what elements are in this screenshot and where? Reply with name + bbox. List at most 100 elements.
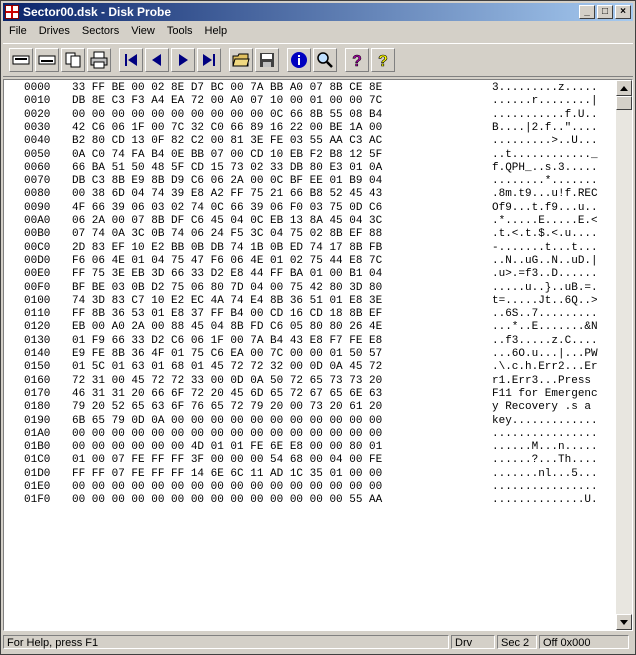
hex-row-bytes: FF 75 3E EB 3D 66 33 D2 E8 44 FF BA 01 0… [72, 268, 383, 281]
hex-row[interactable]: 0110 FF 8B 36 53 01 E8 37 FF B4 00 CD 16 … [24, 308, 598, 320]
hex-row[interactable]: 0080 00 38 6D 04 74 39 E8 A2 FF 75 21 66 … [24, 188, 598, 200]
hex-row-ascii: 3.........z..... [492, 82, 598, 94]
hex-row[interactable]: 01A0 00 00 00 00 00 00 00 00 00 00 00 00 … [24, 428, 598, 440]
hex-row[interactable]: 0000 33 FF BE 00 02 8E D7 BC 00 7A BB A0 … [24, 82, 598, 94]
menu-drives[interactable]: Drives [33, 25, 76, 37]
hex-row[interactable]: 00A0 06 2A 00 07 8B DF C6 45 04 0C EB 13 … [24, 215, 598, 227]
hex-row[interactable]: 0190 6B 65 79 0D 0A 00 00 00 00 00 00 00 … [24, 415, 598, 427]
hex-row[interactable]: 0030 42 C6 06 1F 00 7C 32 C0 66 89 16 22 … [24, 122, 598, 134]
hex-row-ascii: .......nl...5... [492, 467, 598, 480]
disk-probe-window: Sector00.dsk - Disk Probe _ □ × File Dri… [0, 0, 636, 655]
status-sector: Sec 2 [497, 635, 537, 649]
previous-sector-button[interactable] [145, 48, 169, 72]
hex-row[interactable]: 0010 DB 8E C3 F3 A4 EA 72 00 A0 07 10 00 … [24, 95, 598, 107]
hex-row-ascii: B....|2.f..".... [492, 121, 598, 134]
menu-help[interactable]: Help [199, 25, 234, 37]
hex-row-ascii: Of9...t.f9...u.. [492, 201, 598, 214]
hex-row-bytes: BF BE 03 0B D2 75 06 80 7D 04 00 75 42 8… [72, 281, 383, 294]
hex-row-bytes: FF FF 07 FE FF FF 14 6E 6C 11 AD 1C 35 0… [72, 467, 383, 480]
hex-row[interactable]: 01E0 00 00 00 00 00 00 00 00 00 00 00 00 … [24, 481, 598, 493]
status-drive: Drv [451, 635, 495, 649]
maximize-button[interactable]: □ [597, 5, 613, 19]
hex-row[interactable]: 00B0 07 74 0A 3C 0B 74 06 24 F5 3C 04 75 … [24, 228, 598, 240]
title-bar[interactable]: Sector00.dsk - Disk Probe _ □ × [3, 3, 633, 21]
hex-row[interactable]: 0020 00 00 00 00 00 00 00 00 00 00 0C 66 … [24, 109, 598, 121]
hex-row[interactable]: 0040 B2 80 CD 13 0F 82 C2 00 81 3E FE 03 … [24, 135, 598, 147]
print-button[interactable] [87, 48, 111, 72]
write-sector-button[interactable] [35, 48, 59, 72]
hex-row-ascii: ..f3.....z.C.... [492, 334, 598, 347]
hex-row-bytes: 6B 65 79 0D 0A 00 00 00 00 00 00 00 00 0… [72, 414, 383, 427]
hex-row-ascii: f.QPH_..s.3..... [492, 161, 598, 174]
hex-row-ascii: ..N..uG..N..uD.| [492, 254, 598, 267]
context-help-button[interactable]: ? [371, 48, 395, 72]
next-sector-button[interactable] [171, 48, 195, 72]
hex-row[interactable]: 0050 0A C0 74 FA B4 0E BB 07 00 CD 10 EB … [24, 149, 598, 161]
close-button[interactable]: × [615, 5, 631, 19]
hex-row-offset: 00A0 [24, 215, 51, 227]
hex-row-bytes: 00 38 6D 04 74 39 E8 A2 FF 75 21 66 B8 5… [72, 188, 383, 201]
last-sector-button[interactable] [197, 48, 221, 72]
hex-row-offset: 0030 [24, 121, 51, 134]
hex-row[interactable]: 0070 DB C3 8B E9 8B D9 C6 06 2A 00 0C BF … [24, 175, 598, 187]
hex-row[interactable]: 00D0 F6 06 4E 01 04 75 47 F6 06 4E 01 02 … [24, 255, 598, 267]
scroll-down-button[interactable] [616, 614, 632, 630]
hex-row-offset: 0130 [24, 334, 51, 347]
open-file-button[interactable] [229, 48, 253, 72]
first-sector-button[interactable] [119, 48, 143, 72]
save-file-button[interactable] [255, 48, 279, 72]
hex-row-offset: 01D0 [24, 467, 51, 480]
hex-row-ascii: .8m.t9...u!f.REC [492, 188, 598, 201]
search-icon [317, 52, 333, 68]
hex-row-ascii: .u>.=f3..D...... [492, 268, 598, 281]
hex-row-bytes: EB 00 A0 2A 00 88 45 04 8B FD C6 05 80 8… [72, 321, 383, 334]
info-button[interactable] [287, 48, 311, 72]
hex-row[interactable]: 00F0 BF BE 03 0B D2 75 06 80 7D 04 00 75 … [24, 282, 598, 294]
hex-row-ascii: ......?...Th.... [492, 454, 598, 467]
hex-row-offset: 00E0 [24, 268, 51, 281]
hex-row[interactable]: 0060 66 BA 51 50 48 5F CD 15 73 02 33 DB … [24, 162, 598, 174]
hex-row-offset: 00B0 [24, 228, 51, 241]
help-button[interactable]: ? [345, 48, 369, 72]
read-sector-icon [12, 55, 30, 65]
hex-row[interactable]: 00C0 2D 83 EF 10 E2 BB 0B DB 74 1B 0B ED … [24, 242, 598, 254]
hex-row[interactable]: 0170 46 31 31 20 66 6F 72 20 45 6D 65 72 … [24, 388, 598, 400]
menu-file[interactable]: File [3, 25, 33, 37]
hex-row-ascii: key............. [492, 414, 598, 427]
search-button[interactable] [313, 48, 337, 72]
menu-tools[interactable]: Tools [161, 25, 199, 37]
hex-row[interactable]: 0150 01 5C 01 63 01 68 01 45 72 72 32 00 … [24, 361, 598, 373]
vertical-scrollbar[interactable] [616, 80, 632, 630]
hex-row[interactable]: 0140 E9 FE 8B 36 4F 01 75 C6 EA 00 7C 00 … [24, 348, 598, 360]
help-icon: ? [352, 53, 362, 69]
hex-row[interactable]: 01D0 FF FF 07 FE FF FF 14 6E 6C 11 AD 1C … [24, 468, 598, 480]
sector-hex-view[interactable]: 0000 33 FF BE 00 02 8E D7 BC 00 7A BB A0 … [3, 79, 633, 631]
hex-row[interactable]: 0120 EB 00 A0 2A 00 88 45 04 8B FD C6 05 … [24, 321, 598, 333]
hex-row-bytes: E9 FE 8B 36 4F 01 75 C6 EA 00 7C 00 00 0… [72, 348, 383, 360]
hex-row[interactable]: 00E0 FF 75 3E EB 3D 66 33 D2 E8 44 FF BA … [24, 268, 598, 280]
read-sector-button[interactable] [9, 48, 33, 72]
hex-row-offset: 0040 [24, 135, 51, 148]
hex-row-bytes: 2D 83 EF 10 E2 BB 0B DB 74 1B 0B ED 74 1… [72, 241, 383, 254]
hex-row[interactable]: 0090 4F 66 39 06 03 02 74 0C 66 39 06 F0 … [24, 202, 598, 214]
hex-row-ascii: ........*....... [492, 175, 598, 188]
hex-row-ascii: ................ [492, 427, 598, 440]
menu-sectors[interactable]: Sectors [76, 25, 125, 37]
hex-row-offset: 01A0 [24, 427, 51, 440]
hex-row[interactable]: 01B0 00 00 00 00 00 00 4D 01 01 FE 6E E8 … [24, 441, 598, 453]
app-icon[interactable] [5, 5, 19, 19]
copy-button[interactable] [61, 48, 85, 72]
hex-row-ascii: ..6S..7......... [492, 308, 598, 321]
scroll-thumb[interactable] [616, 96, 632, 110]
hex-row[interactable]: 0100 74 3D 83 C7 10 E2 EC 4A 74 E4 8B 36 … [24, 295, 598, 307]
hex-row[interactable]: 0180 79 20 52 65 63 6F 76 65 72 79 20 00 … [24, 401, 598, 413]
hex-row-offset: 00D0 [24, 254, 51, 267]
hex-row-ascii: ...6O.u...|...PW [492, 348, 598, 360]
minimize-button[interactable]: _ [579, 5, 595, 19]
hex-row[interactable]: 01C0 01 00 07 FE FF FF 3F 00 00 00 54 68 … [24, 454, 598, 466]
hex-row[interactable]: 01F0 00 00 00 00 00 00 00 00 00 00 00 00 … [24, 494, 598, 506]
hex-row[interactable]: 0130 01 F9 66 33 D2 C6 06 1F 00 7A B4 43 … [24, 335, 598, 347]
hex-row[interactable]: 0160 72 31 00 45 72 72 33 00 0D 0A 50 72 … [24, 375, 598, 387]
scroll-up-button[interactable] [616, 80, 632, 96]
menu-view[interactable]: View [125, 25, 161, 37]
